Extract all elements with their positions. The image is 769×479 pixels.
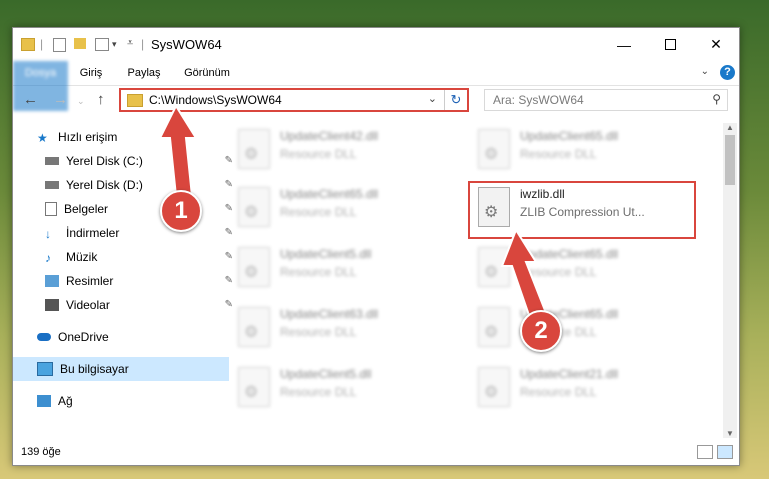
step-badge-1: 1 — [160, 190, 202, 232]
step-badge-2: 2 — [520, 310, 562, 352]
annotation-arrows — [158, 103, 550, 326]
arrow-1-icon — [158, 103, 198, 197]
